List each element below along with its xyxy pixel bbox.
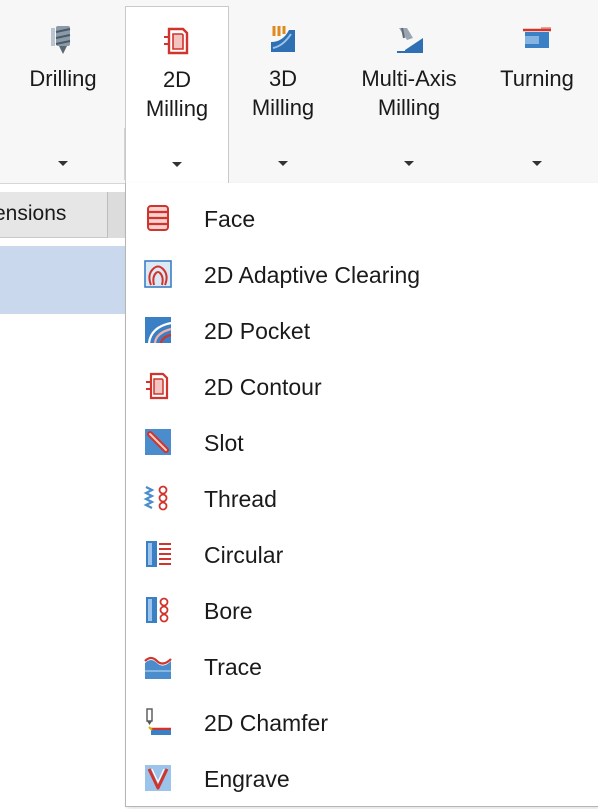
chevron-down-icon <box>532 161 542 166</box>
drilling-button[interactable]: Drilling <box>8 6 118 182</box>
panel-tab-strip <box>108 192 125 238</box>
turning-button[interactable]: Turning <box>482 6 592 182</box>
chevron-down-icon <box>58 161 68 166</box>
chevron-down-icon <box>172 162 182 167</box>
menu-item-2d-pocket[interactable]: 2D Pocket <box>126 306 598 358</box>
thread-icon <box>143 485 168 511</box>
panel-selected-row <box>0 246 125 314</box>
2d-milling-icon <box>164 27 189 55</box>
menu-item-engrave[interactable]: Engrave <box>126 754 598 806</box>
menu-item-label: Trace <box>204 654 262 680</box>
menu-item-label: Slot <box>204 430 244 456</box>
chevron-down-icon <box>278 161 288 166</box>
contour-icon <box>146 372 169 400</box>
turning-icon <box>523 27 551 48</box>
slot-icon <box>145 429 171 455</box>
menu-item-label: Face <box>204 206 256 232</box>
pocket-icon <box>145 317 172 344</box>
adaptive-clearing-icon <box>144 260 172 288</box>
menu-item-label: 2D Pocket <box>204 318 311 344</box>
menu-item-label: 2D Chamfer <box>204 710 328 736</box>
engrave-icon <box>145 765 171 791</box>
drill-icon <box>51 26 71 54</box>
dimensions-tab-label: ensions <box>0 202 67 225</box>
ribbon-toolbar: Drilling 2D Milling 3D Milling Multi-Axi… <box>0 0 598 184</box>
menu-item-label: Circular <box>204 542 284 568</box>
menu-item-2d-chamfer[interactable]: 2D Chamfer <box>126 698 598 750</box>
menu-item-trace[interactable]: Trace <box>126 642 598 694</box>
menu-item-face[interactable]: Face <box>126 194 598 246</box>
ribbon-label-turning: Turning <box>500 66 574 91</box>
menu-item-thread[interactable]: Thread <box>126 474 598 526</box>
menu-item-slot[interactable]: Slot <box>126 418 598 470</box>
3d-milling-button[interactable]: 3D Milling <box>233 6 333 182</box>
2d-milling-button[interactable]: 2D Milling <box>125 6 229 183</box>
menu-item-label: 2D Contour <box>204 374 322 400</box>
2d-milling-dropdown-menu: Face 2D Adaptive Clearing 2D Pocket 2D C… <box>125 183 598 807</box>
menu-item-circular[interactable]: Circular <box>126 530 598 582</box>
circular-icon <box>146 541 171 567</box>
menu-item-label: 2D Adaptive Clearing <box>204 262 421 288</box>
face-icon <box>147 205 169 231</box>
multi-axis-milling-icon <box>397 27 423 53</box>
trace-icon <box>144 656 172 679</box>
menu-item-label: Engrave <box>204 766 290 792</box>
menu-item-2d-adaptive-clearing[interactable]: 2D Adaptive Clearing <box>126 250 598 302</box>
dimensions-tab[interactable]: ensions <box>0 192 108 238</box>
ribbon-label-multi-axis-milling: Multi-Axis Milling <box>361 66 457 120</box>
chamfer-icon <box>146 708 171 735</box>
menu-item-bore[interactable]: Bore <box>126 586 598 638</box>
chevron-down-icon <box>404 161 414 166</box>
ribbon-label-drilling: Drilling <box>29 66 97 91</box>
multi-axis-milling-button[interactable]: Multi-Axis Milling <box>340 6 478 182</box>
ribbon-label-2d-milling: 2D Milling <box>145 67 209 121</box>
menu-item-2d-contour[interactable]: 2D Contour <box>126 362 598 414</box>
bore-icon <box>146 597 169 623</box>
ribbon-label-3d-milling: 3D Milling <box>251 66 315 120</box>
3d-milling-icon <box>271 26 295 52</box>
menu-item-label: Thread <box>204 486 277 512</box>
menu-item-label: Bore <box>204 598 253 624</box>
